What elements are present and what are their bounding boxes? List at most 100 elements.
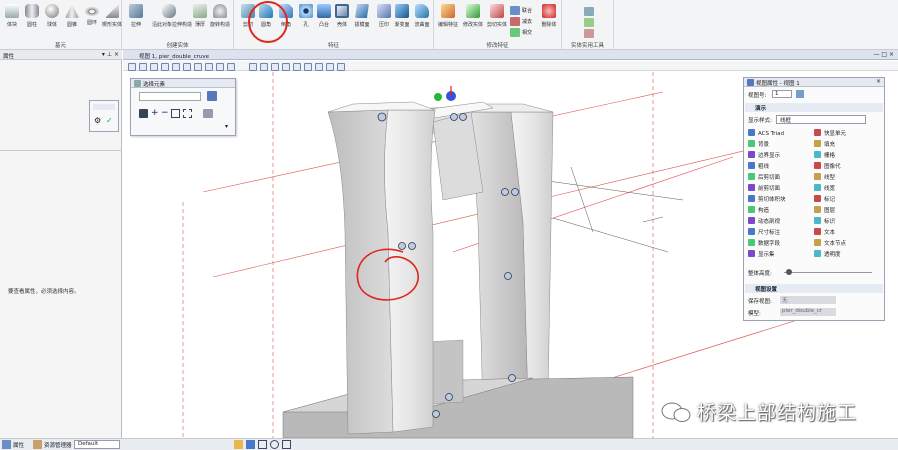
body-height-slider-thumb[interactable] — [786, 269, 792, 275]
hole-button[interactable]: 孔 — [296, 4, 316, 40]
view-attribute-toggle[interactable]: 后剪切面 — [748, 173, 780, 183]
dialog-expand-icon[interactable]: ▾ — [225, 123, 228, 130]
intersect-icon[interactable] — [510, 28, 520, 37]
shell-button[interactable]: 壳体 — [332, 4, 352, 40]
view-tool-6-icon[interactable] — [183, 63, 191, 71]
view-attribute-toggle[interactable]: 尺寸标注 — [748, 228, 780, 238]
extrude-button[interactable]: 拉伸 — [126, 4, 146, 40]
selection-mode-row[interactable] — [139, 92, 201, 101]
view-tool-10-icon[interactable] — [227, 63, 235, 71]
next-view-icon[interactable] — [315, 63, 323, 71]
individual-select-icon[interactable] — [139, 109, 148, 118]
properties-tab-icon[interactable] — [2, 440, 11, 449]
level-select[interactable]: Default — [74, 440, 120, 449]
spin-face-button[interactable]: 流曲面 — [412, 4, 432, 40]
view-attribute-toggle[interactable]: 图像代 — [814, 162, 841, 172]
view-attribute-toggle[interactable]: 文本节点 — [814, 239, 846, 249]
utility-tool-1-icon[interactable] — [584, 7, 594, 16]
cone-button[interactable]: 圆锥 — [62, 4, 82, 40]
check-icon[interactable]: ✓ — [106, 116, 113, 125]
draft-faces-button[interactable]: 拔模面 — [350, 4, 374, 40]
view-attribute-toggle[interactable]: 边界显示 — [748, 151, 780, 161]
view-tool-2-icon[interactable] — [139, 63, 147, 71]
fit-view-icon[interactable] — [282, 63, 290, 71]
view-tool-7-icon[interactable] — [194, 63, 202, 71]
body-height-slider[interactable] — [784, 272, 872, 273]
tab-properties[interactable]: 属性 — [13, 441, 24, 449]
copy-view-icon[interactable] — [796, 90, 804, 98]
boss-button[interactable]: 凸台 — [314, 4, 334, 40]
mini-tool-widget[interactable]: ⚙ ✓ — [89, 100, 119, 132]
view-attribute-toggle[interactable]: 线型 — [814, 173, 835, 183]
view-attribute-toggle[interactable]: 线宽 — [814, 184, 835, 194]
display-section-header[interactable]: 演示 — [745, 103, 883, 112]
view-tool-1-icon[interactable] — [128, 63, 136, 71]
modify-solid-button[interactable]: 修改实体 — [462, 4, 484, 40]
model-select[interactable]: pier_double_cr — [780, 308, 836, 316]
view-tool-3-icon[interactable] — [150, 63, 158, 71]
clear-select-icon[interactable] — [183, 109, 192, 118]
view-attribute-toggle[interactable]: 动态剖视 — [748, 217, 780, 227]
view-attribute-toggle[interactable]: 剪切体积块 — [748, 195, 786, 205]
rotate-view-icon[interactable] — [249, 63, 257, 71]
view-attribute-toggle[interactable]: 显示集 — [748, 250, 775, 260]
explorer-tab-icon[interactable] — [33, 440, 42, 449]
view-attribute-toggle[interactable]: 栅格 — [814, 151, 835, 161]
utility-tool-3-icon[interactable] — [584, 29, 594, 38]
wedge-button[interactable]: 楔形实体 — [102, 4, 122, 40]
window-controls[interactable]: — □ × — [873, 51, 894, 58]
view-attribute-toggle[interactable]: 填充 — [814, 140, 835, 150]
display-style-select[interactable]: 线框 — [776, 115, 866, 124]
clip-volume-icon[interactable] — [326, 63, 334, 71]
union-icon[interactable] — [510, 6, 520, 15]
view-attribute-toggle[interactable]: 透明度 — [814, 250, 841, 260]
view-attribute-toggle[interactable]: 粗线 — [748, 162, 769, 172]
view-attribute-toggle[interactable]: 构造 — [748, 206, 769, 216]
subtract-icon[interactable] — [510, 17, 520, 26]
pan-view-icon[interactable] — [260, 63, 268, 71]
selection-options-icon[interactable] — [203, 109, 213, 118]
view-tool-4-icon[interactable] — [161, 63, 169, 71]
view-display-icon[interactable] — [337, 63, 345, 71]
view-attribute-toggle[interactable]: 数据字段 — [748, 239, 780, 249]
add-select-icon[interactable]: + — [151, 109, 159, 118]
revolve-button[interactable]: 旋转构造 — [210, 4, 230, 40]
view-number-select[interactable]: 1 — [772, 90, 792, 98]
imprint-button[interactable]: 压印 — [374, 4, 394, 40]
extrude-along-button[interactable]: 沿此对象拉伸构造 — [152, 4, 192, 40]
taper-face-button[interactable]: 渐变面 — [392, 4, 412, 40]
edit-feature-button[interactable]: 编辑特征 — [436, 4, 460, 40]
view-attribute-toggle[interactable]: 快显单元 — [814, 129, 846, 139]
torus-button[interactable]: 圆环 — [82, 4, 102, 40]
saved-view-select[interactable]: 无 — [780, 296, 836, 304]
view-tool-9-icon[interactable] — [216, 63, 224, 71]
invert-select-icon[interactable] — [171, 109, 180, 118]
saved-view-section-header[interactable]: 视图设置 — [745, 284, 883, 293]
view-attribute-toggle[interactable]: 背景 — [748, 140, 769, 150]
selection-target-icon[interactable] — [207, 91, 217, 101]
cylinder-button[interactable]: 圆柱 — [22, 4, 42, 40]
view-tool-5-icon[interactable] — [172, 63, 180, 71]
view-attribute-toggle[interactable]: 标记 — [814, 195, 835, 205]
view-attribute-toggle[interactable]: 标识 — [814, 217, 835, 227]
accudraw-icon[interactable] — [246, 440, 255, 449]
view-attributes-panel[interactable]: 视图属性 - 视图 1 × 视图号: 1 演示 显示样式: 线框 ACS Tri… — [743, 77, 885, 321]
previous-view-icon[interactable] — [304, 63, 312, 71]
view-attribute-toggle[interactable]: 文本 — [814, 228, 835, 238]
block-button[interactable]: 体块 — [2, 4, 22, 40]
delete-body-button[interactable]: 删除体 — [538, 4, 560, 40]
cut-solid-button[interactable]: 剪切实体 — [486, 4, 508, 40]
grid-snap-icon[interactable] — [258, 440, 267, 449]
zoom-view-icon[interactable] — [271, 63, 279, 71]
window-area-icon[interactable] — [293, 63, 301, 71]
subtract-select-icon[interactable]: − — [161, 109, 169, 118]
snap-icon[interactable] — [234, 440, 243, 449]
close-icon[interactable]: × — [876, 78, 881, 85]
view-attribute-toggle[interactable]: ACS Triad — [748, 129, 784, 139]
select-element-dialog[interactable]: 选择元素 + − ▾ — [130, 78, 236, 136]
tab-explorer[interactable]: 资源管理器 — [44, 441, 72, 449]
sphere-button[interactable]: 球体 — [42, 4, 62, 40]
view-tool-8-icon[interactable] — [205, 63, 213, 71]
midpoint-snap-icon[interactable] — [282, 440, 291, 449]
panel-pin-close-icons[interactable]: ▾ ⊥ × — [102, 51, 119, 58]
